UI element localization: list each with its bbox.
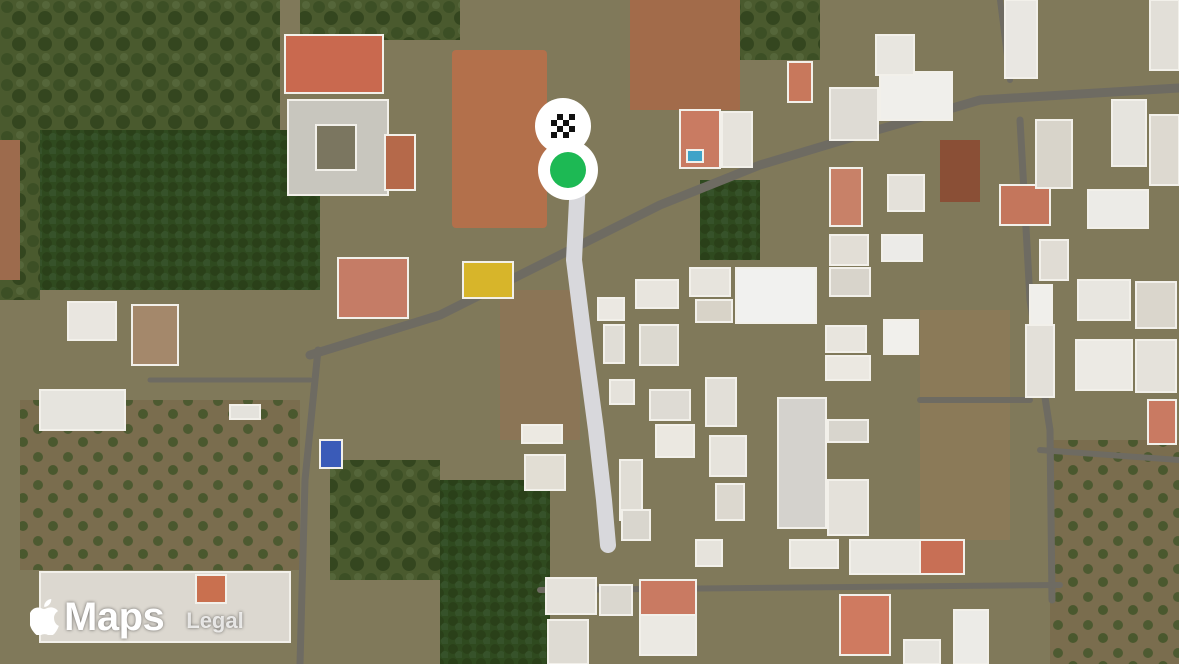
field <box>630 0 740 110</box>
tree-cover <box>740 0 820 60</box>
apple-logo-icon <box>30 599 59 635</box>
legal-link[interactable]: Legal <box>186 608 243 634</box>
tree-cover <box>1050 440 1179 664</box>
green-dot-icon[interactable] <box>538 140 598 200</box>
tree-cover <box>700 180 760 260</box>
maps-brand: Maps <box>30 594 165 640</box>
field <box>0 140 20 280</box>
maps-brand-label: Maps <box>64 594 165 639</box>
satellite-map[interactable] <box>0 0 1179 664</box>
field <box>940 140 980 202</box>
map-attribution: Maps Legal <box>30 592 244 642</box>
sports-field <box>452 50 547 228</box>
dense-grove <box>440 480 550 664</box>
tree-cover <box>40 130 320 290</box>
tree-cover <box>0 0 280 130</box>
field <box>920 310 1010 540</box>
tree-cover <box>330 460 440 580</box>
field <box>500 290 580 440</box>
